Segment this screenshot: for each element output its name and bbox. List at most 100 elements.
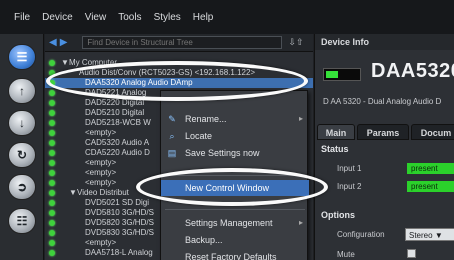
status-led-icon: [49, 90, 55, 96]
tree-row-label: DAA5320 Analog Audio DAmp: [85, 78, 193, 87]
status-led-icon: [49, 210, 55, 216]
tab-main[interactable]: Main: [317, 124, 355, 140]
refresh-icon[interactable]: ↻: [8, 142, 36, 168]
status-led-icon: [326, 71, 338, 78]
search-icon: ⌕: [169, 131, 175, 141]
menu-item-label: Rename...: [185, 114, 227, 124]
input-1-label: Input 1: [337, 164, 362, 173]
menu-separator: [165, 175, 305, 176]
status-led-icon: [49, 70, 55, 76]
chevron-right-icon: ▸: [298, 114, 303, 123]
tree-row-selected[interactable]: DAA5320 Analog Audio DAmp: [45, 78, 313, 88]
status-heading: Status: [321, 144, 349, 154]
sliders-icon[interactable]: ☰: [8, 44, 36, 70]
menu-device[interactable]: Device: [42, 12, 73, 23]
mute-checkbox[interactable]: [407, 249, 416, 258]
status-led-icon: [49, 150, 55, 156]
status-led-icon: [49, 60, 55, 66]
status-led-icon: [49, 160, 55, 166]
tree-row-label: <empty>: [85, 158, 117, 167]
tree-row-label: DAD5218-WCB W: [85, 118, 151, 127]
status-led-icon: [49, 130, 55, 136]
menu-bar: File Device View Tools Styles Help: [0, 0, 454, 34]
status-led-icon: [49, 240, 55, 246]
device-tabs: Main Params Docum: [315, 124, 454, 140]
tree-row-label: My Computer: [69, 58, 118, 67]
back-arrow-icon[interactable]: ◀: [49, 37, 57, 48]
options-heading: Options: [321, 210, 355, 220]
configuration-select[interactable]: Stereo ▼: [405, 228, 454, 241]
tree-row-label: DVD5830 3G/HD/S: [85, 228, 154, 237]
menu-styles[interactable]: Styles: [154, 12, 181, 23]
tree-row[interactable]: Audio Dist/Conv (RCT5023-GS) <192.168.1.…: [45, 68, 313, 78]
chevron-down-icon: ▼: [434, 231, 443, 240]
import-icon[interactable]: ➲: [8, 174, 36, 200]
menu-item-new-control-window[interactable]: New Control Window: [161, 180, 309, 196]
menu-item-label: Settings Management: [185, 218, 273, 228]
tree-row-label: DAD5210 Digital: [85, 108, 145, 117]
status-led-icon: [49, 200, 55, 206]
menu-item-locate[interactable]: ⌕ Locate: [161, 128, 309, 144]
tree-row-label: <empty>: [85, 128, 117, 137]
tree-row-label: Audio Dist/Conv (RCT5023-GS) <192.168.1.…: [79, 68, 256, 77]
tree-expander-icon[interactable]: ▼: [69, 188, 77, 198]
status-led-icon: [49, 180, 55, 186]
network-icon[interactable]: ☷: [8, 208, 36, 234]
configuration-label: Configuration: [337, 230, 385, 239]
tree-row-label: <empty>: [85, 168, 117, 177]
save-icon: ▤: [167, 148, 177, 158]
tree-row-label: DVD5820 3G/HD/S: [85, 218, 154, 227]
status-led-icon: [49, 100, 55, 106]
status-led-icon: [49, 220, 55, 226]
menu-item-reset-factory-defaults[interactable]: Reset Factory Defaults: [161, 249, 309, 260]
status-led-icon: [49, 250, 55, 256]
menu-item-save-settings[interactable]: ▤ Save Settings now: [161, 145, 309, 161]
tab-params[interactable]: Params: [357, 124, 409, 140]
tree-row-label: <empty>: [85, 238, 117, 247]
status-led-icon: [49, 120, 55, 126]
status-led-icon: [49, 110, 55, 116]
tree-row-label: <empty>: [85, 178, 117, 187]
menu-item-label: Save Settings now: [185, 148, 260, 158]
forward-arrow-icon[interactable]: ▶: [60, 37, 68, 48]
tree-row-label: CDA5220 Audio D: [85, 148, 150, 157]
sort-arrows-icon[interactable]: ⇩⇧: [288, 37, 303, 48]
menu-item-settings-management[interactable]: Settings Management ▸: [161, 215, 309, 231]
device-card-icon: [323, 68, 361, 81]
tree-search-input[interactable]: [82, 36, 283, 49]
tree-row[interactable]: ▼ My Computer: [45, 58, 313, 68]
device-info-title: Device Info: [315, 34, 454, 50]
tab-documents[interactable]: Docum: [411, 124, 454, 140]
menu-item-label: Locate: [185, 131, 213, 141]
device-info-panel: Device Info DAA5320 D AA 5320 - Dual Ana…: [314, 34, 454, 260]
status-led-icon: [49, 170, 55, 176]
menu-tools[interactable]: Tools: [118, 12, 141, 23]
status-led-icon: [49, 80, 55, 86]
tree-expander-icon[interactable]: ▼: [61, 58, 69, 68]
menu-item-label: New Control Window: [185, 183, 270, 193]
menu-file[interactable]: File: [14, 12, 30, 23]
device-name: DAA5320: [371, 60, 454, 82]
menu-separator: [165, 209, 305, 210]
tree-row-label: CAD5320 Audio A: [85, 138, 150, 147]
device-description: D AA 5320 - Dual Analog Audio D: [323, 97, 442, 106]
menu-item-backup[interactable]: Backup...: [161, 232, 309, 248]
context-menu: ✎ Rename... ▸ ⌕ Locate ▤ Save Settings n…: [160, 90, 309, 260]
status-led-icon: [49, 140, 55, 146]
tree-row-label: DAD5220 Digital: [85, 98, 145, 107]
tree-row-label: Video Distribut: [77, 188, 129, 197]
down-arrow-icon[interactable]: ↓: [8, 110, 36, 136]
status-led-icon: [49, 190, 55, 196]
input-2-status-badge: present: [407, 181, 454, 192]
tree-row-label: DVD5021 SD Digi: [85, 198, 150, 207]
menu-item-label: Reset Factory Defaults: [185, 252, 277, 260]
left-toolbar: ☰ ↑ ↓ ↻ ➲ ☷: [0, 34, 44, 260]
tree-row-label: DAD5221 Analog: [85, 88, 147, 97]
menu-item-label: Backup...: [185, 235, 223, 245]
menu-help[interactable]: Help: [193, 12, 214, 23]
tree-toolbar: ◀ ▶ ⇩⇧: [45, 34, 313, 52]
menu-view[interactable]: View: [85, 12, 107, 23]
menu-item-rename[interactable]: ✎ Rename... ▸: [161, 111, 309, 127]
up-arrow-icon[interactable]: ↑: [8, 78, 36, 104]
configuration-value: Stereo: [409, 231, 433, 240]
